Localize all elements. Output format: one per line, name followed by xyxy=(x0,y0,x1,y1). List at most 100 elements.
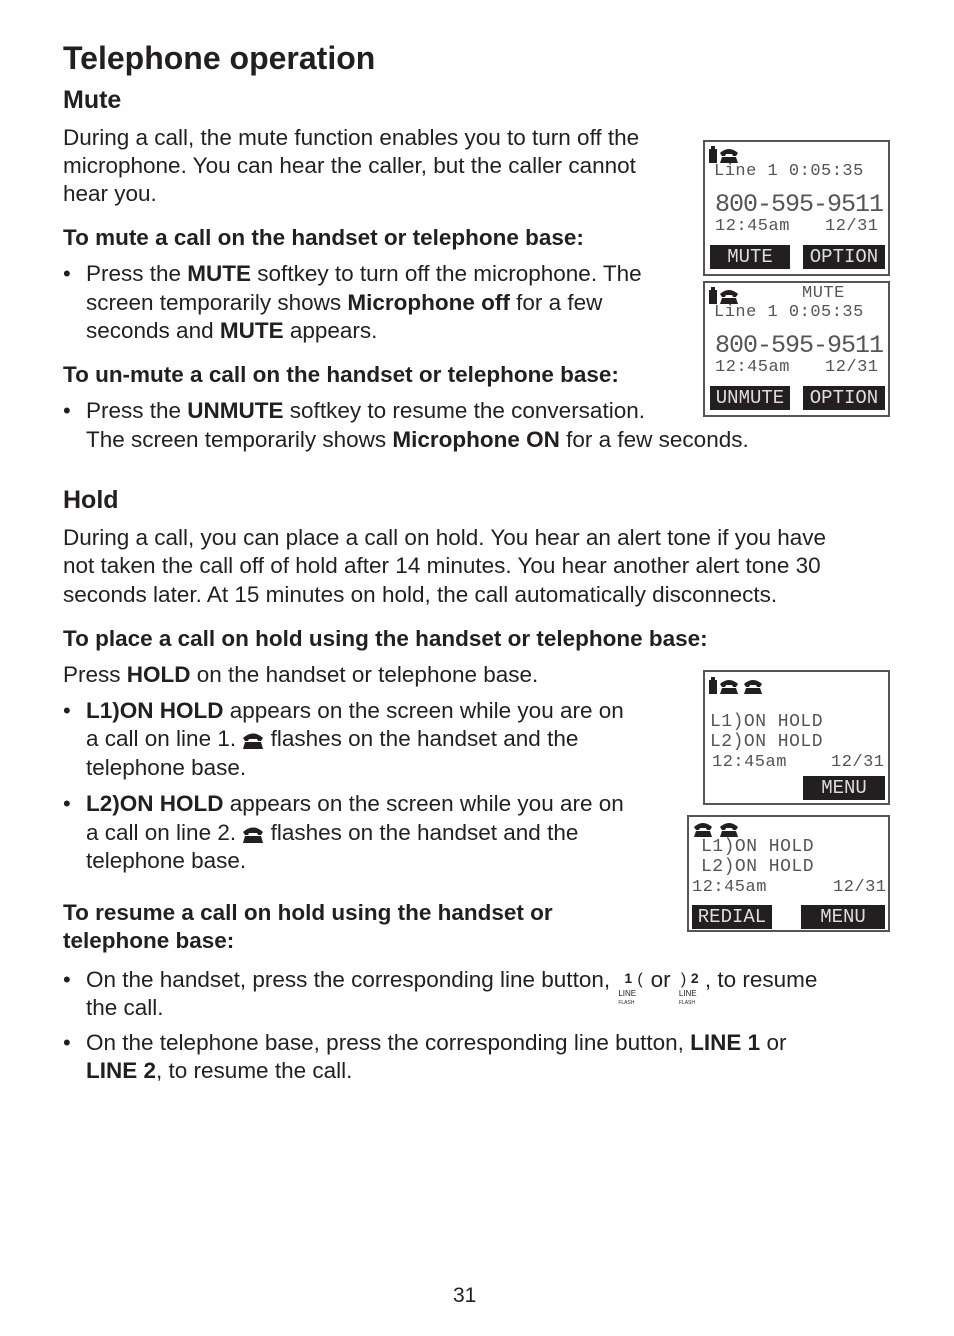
text-run: Press xyxy=(63,662,127,687)
text-run: On the handset, press the corresponding … xyxy=(86,967,617,992)
hold-text-line: not taken the call off of hold after 14 … xyxy=(63,552,821,580)
bold-text: UNMUTE xyxy=(187,398,284,423)
line1-hold-status: L1)ON HOLD xyxy=(701,837,815,857)
phone-icons xyxy=(694,823,738,837)
text-run: hear you. xyxy=(63,181,157,206)
hold-text-line: To resume a call on hold using the hands… xyxy=(63,899,553,927)
mute-text-line: During a call, the mute function enables… xyxy=(63,124,639,152)
hold-text-line: Press HOLD on the handset or telephone b… xyxy=(63,661,538,689)
text-run: or xyxy=(644,967,677,992)
mute-text-line: microphone. You can hear the caller, but… xyxy=(63,152,636,180)
hold-text-line: L2)ON HOLD appears on the screen while y… xyxy=(86,790,624,818)
bold-text: HOLD xyxy=(126,662,191,687)
bold-text: To place a call on hold using the handse… xyxy=(63,626,708,651)
text-run: appears. xyxy=(283,318,378,343)
option-softkey[interactable]: OPTION xyxy=(803,386,885,410)
bullet: • xyxy=(63,791,71,816)
mute-text-line: Press the UNMUTE softkey to resume the c… xyxy=(86,397,645,425)
page: Telephone operation Mute Hold During a c… xyxy=(0,0,954,1336)
line2-button-icon: 2) LINE FLASH xyxy=(678,970,699,1007)
mute-text-line: hear you. xyxy=(63,180,157,208)
hold-text-line: a call on line 1. flashes on the handset… xyxy=(86,725,578,753)
mute-heading: Mute xyxy=(63,86,122,114)
text-run: On the telephone base, press the corresp… xyxy=(86,1030,691,1055)
text-run: or xyxy=(760,1030,787,1055)
hold-text-line: LINE 2, to resume the call. xyxy=(86,1057,352,1085)
hold-text-line: L1)ON HOLD appears on the screen while y… xyxy=(86,697,624,725)
date: 12/31 xyxy=(833,878,887,897)
mute-text-line: seconds and MUTE appears. xyxy=(86,317,377,345)
hold-text-line: telephone base: xyxy=(63,927,234,955)
phone-number: 800-595-9511 xyxy=(715,190,884,219)
text-run: appears on the screen while you are on xyxy=(223,698,624,723)
text-run: screen temporarily shows xyxy=(86,290,348,315)
text-run: the call. xyxy=(86,995,164,1020)
text-run: Press the xyxy=(86,261,188,286)
mute-status: MUTE xyxy=(802,284,845,303)
text-run: appears on the screen while you are on xyxy=(223,791,624,816)
line2-hold-status: L2)ON HOLD xyxy=(710,732,824,752)
bullet: • xyxy=(63,398,71,423)
time: 12:45am xyxy=(692,878,767,897)
page-number: 31 xyxy=(453,1284,477,1307)
time: 12:45am xyxy=(712,753,787,772)
lcd-screen-muted: MUTE Line 1 0:05:35 800-595-9511 12:45am… xyxy=(703,281,890,417)
phone-icon xyxy=(242,726,264,751)
bullet: • xyxy=(63,698,71,723)
text-run: for a few seconds. xyxy=(559,427,749,452)
hold-heading: Hold xyxy=(63,486,119,514)
date: 12/31 xyxy=(831,753,885,772)
text-run: softkey to resume the conversation. xyxy=(283,398,645,423)
bold-text: LINE 1 xyxy=(690,1030,761,1055)
bold-text: Microphone off xyxy=(347,290,510,315)
hold-text-line: a call on line 2. flashes on the handset… xyxy=(86,819,578,847)
menu-softkey[interactable]: MENU xyxy=(801,905,885,929)
text-run: for a few xyxy=(509,290,603,315)
mute-text-line: screen temporarily shows Microphone off … xyxy=(86,289,602,317)
bold-text: MUTE xyxy=(187,261,252,286)
text-run: not taken the call off of hold after 14 … xyxy=(63,553,821,578)
bullet: • xyxy=(63,967,71,992)
date: 12/31 xyxy=(825,217,879,236)
bold-text: L1)ON HOLD xyxy=(86,698,224,723)
mute-text-line: To un-mute a call on the handset or tele… xyxy=(63,361,619,389)
text-run: seconds and xyxy=(86,318,220,343)
bold-text: telephone base: xyxy=(63,928,235,953)
mute-text-line: To mute a call on the handset or telepho… xyxy=(63,224,584,252)
text-run: Press the xyxy=(86,398,188,423)
redial-softkey[interactable]: REDIAL xyxy=(692,905,772,929)
text-run: During a call, the mute function enables… xyxy=(63,125,640,150)
battery-phone-icons xyxy=(709,677,762,694)
text-run: telephone base. xyxy=(86,848,247,873)
time: 12:45am xyxy=(715,217,790,236)
text-run: a call on line 2. xyxy=(86,820,243,845)
text-run: telephone base. xyxy=(86,755,247,780)
lcd-screen-call: Line 1 0:05:35 800-595-9511 12:45am 12/3… xyxy=(703,140,890,276)
hold-text-line: On the telephone base, press the corresp… xyxy=(86,1029,786,1057)
bold-text: L2)ON HOLD xyxy=(86,791,224,816)
hold-text-line: On the handset, press the corresponding … xyxy=(86,966,817,1007)
text-run: microphone. You can hear the caller, but… xyxy=(63,153,636,178)
bold-text: To un-mute a call on the handset or tele… xyxy=(63,362,619,387)
menu-softkey[interactable]: MENU xyxy=(803,776,885,800)
lcd-screen-hold-base: L1)ON HOLD L2)ON HOLD 12:45am 12/31 REDI… xyxy=(687,815,890,932)
call-line-timer: Line 1 0:05:35 xyxy=(714,303,864,322)
bold-text: LINE 2 xyxy=(86,1058,157,1083)
bold-text: To mute a call on the handset or telepho… xyxy=(63,225,584,250)
hold-text-line: seconds later. At 15 minutes on hold, th… xyxy=(63,581,777,609)
text-run: softkey to turn off the microphone. The xyxy=(251,261,642,286)
hold-text-line: During a call, you can place a call on h… xyxy=(63,524,826,552)
text-run: The screen temporarily shows xyxy=(86,427,393,452)
text-run: seconds later. At 15 minutes on hold, th… xyxy=(63,582,778,607)
option-softkey[interactable]: OPTION xyxy=(803,245,885,269)
bold-text: MUTE xyxy=(219,318,284,343)
bullet: • xyxy=(63,261,71,286)
hold-text-line: To place a call on hold using the handse… xyxy=(63,625,708,653)
unmute-softkey[interactable]: UNMUTE xyxy=(710,386,790,410)
mute-softkey[interactable]: MUTE xyxy=(710,245,790,269)
mute-text-line: Press the MUTE softkey to turn off the m… xyxy=(86,260,642,288)
text-run: flashes on the handset and the xyxy=(264,726,579,751)
line2-hold-status: L2)ON HOLD xyxy=(701,857,815,877)
date: 12/31 xyxy=(825,358,879,377)
hold-text-line: telephone base. xyxy=(86,754,246,782)
